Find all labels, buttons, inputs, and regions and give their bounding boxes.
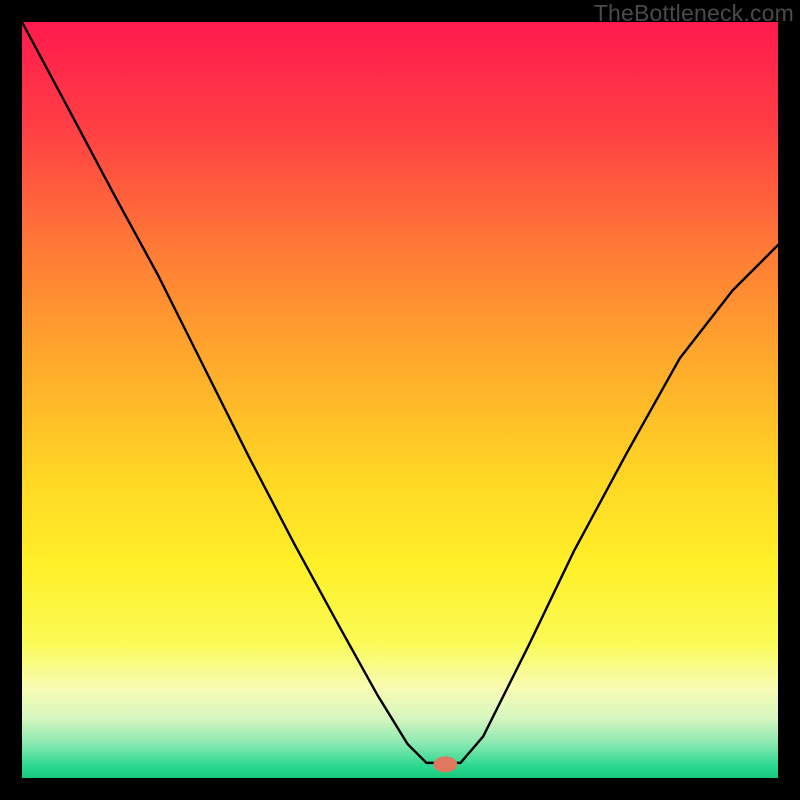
- optimal-point-marker: [433, 756, 457, 772]
- watermark-text: TheBottleneck.com: [594, 0, 794, 27]
- plot-area: [22, 22, 778, 778]
- chart-svg: [22, 22, 778, 778]
- chart-root: TheBottleneck.com: [0, 0, 800, 800]
- gradient-background: [22, 22, 778, 778]
